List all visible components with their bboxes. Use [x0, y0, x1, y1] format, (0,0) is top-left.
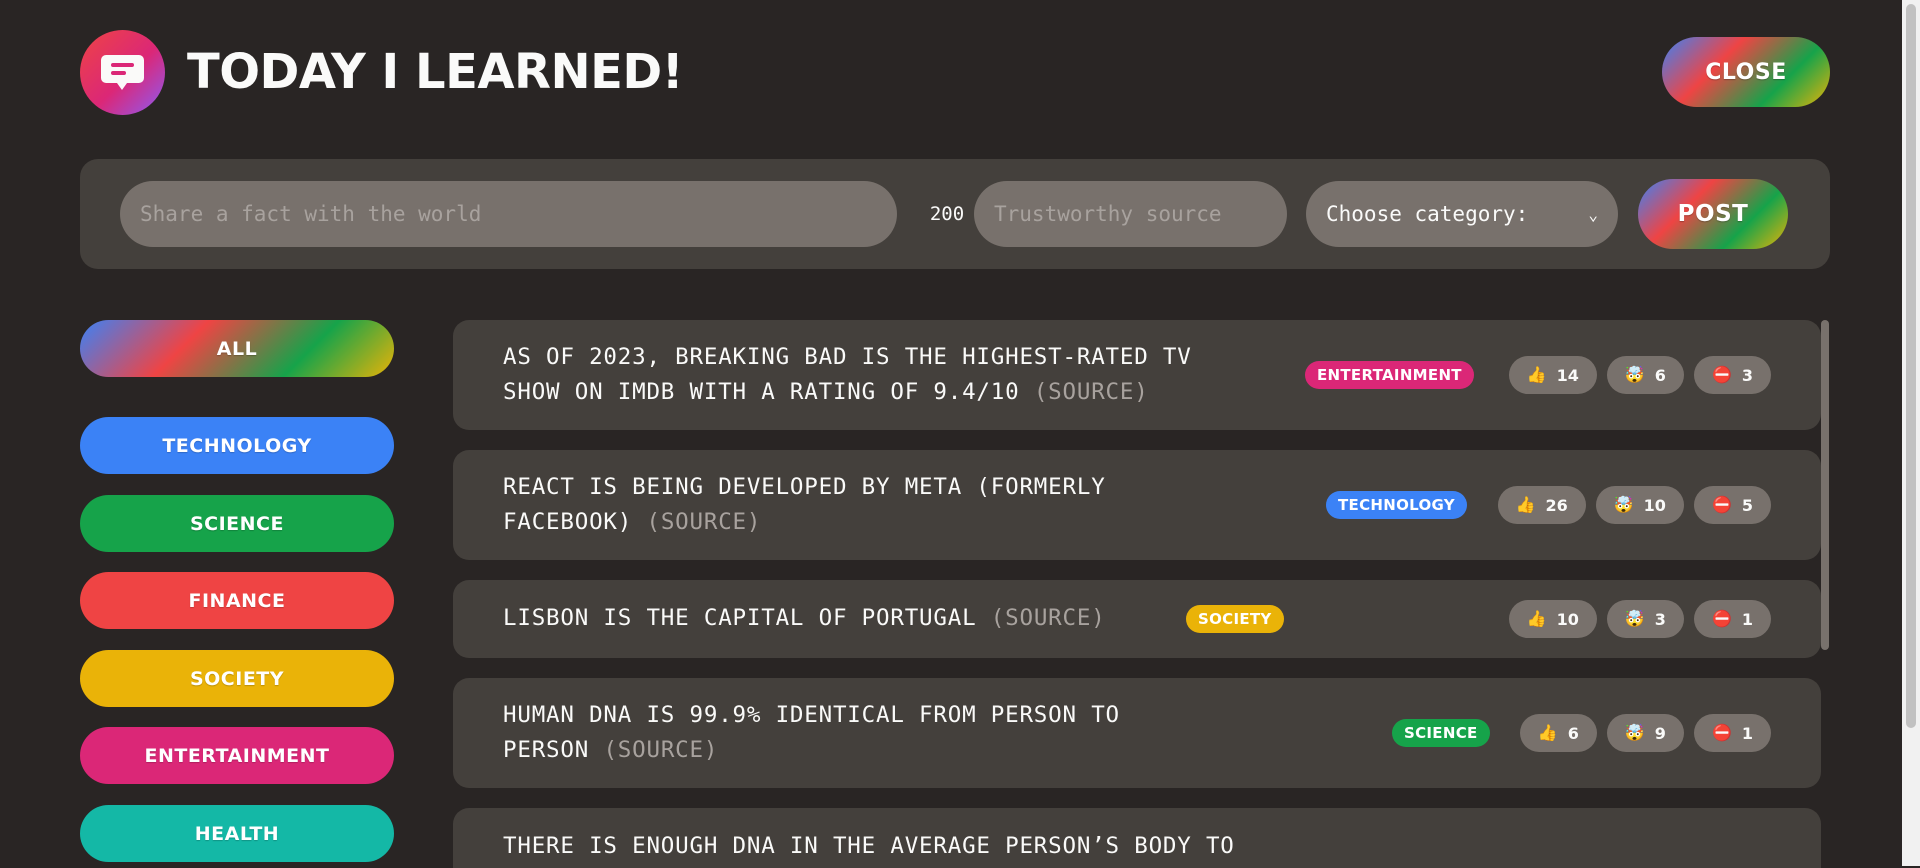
thumbs-up-icon: 👍 [1515, 495, 1536, 514]
fact-text: Human DNA is 99.9% identical from person… [503, 698, 1120, 768]
category-select[interactable]: Choose category: ⌄ [1306, 181, 1618, 247]
vote-count: 1 [1741, 723, 1753, 743]
category-tag: science [1392, 719, 1490, 747]
post-button[interactable]: Post [1638, 179, 1788, 249]
source-input[interactable]: Trustworthy source [974, 181, 1287, 247]
category-tag: technology [1326, 491, 1467, 519]
thumbs-up-icon: 👍 [1526, 365, 1547, 384]
category-button-technology[interactable]: technology [80, 417, 394, 474]
no-entry-icon: ⛔ [1711, 495, 1732, 514]
vote-count: 3 [1741, 365, 1753, 385]
logo-icon [80, 30, 165, 115]
fact-text-line: person [503, 737, 590, 763]
category-button-entertainment[interactable]: entertainment [80, 727, 394, 784]
fact-item: As of 2023, Breaking Bad is the highest-… [453, 320, 1821, 430]
fact-text-line: As of 2023, Breaking Bad is the highest-… [503, 344, 1192, 370]
thumbs-up-icon: 👍 [1526, 609, 1547, 628]
vote-buttons: 👍 14 🤯 6 ⛔ 3 [1508, 356, 1771, 394]
vote-count: 26 [1545, 495, 1568, 515]
app-title: Today I Learned! [187, 44, 684, 100]
fact-text-line: show on IMDb with a rating of 9.4/10 [503, 379, 1020, 405]
category-tag: entertainment [1305, 361, 1474, 389]
vote-count: 6 [1567, 723, 1579, 743]
vote-interesting-button[interactable]: 👍 6 [1519, 714, 1597, 752]
mind-blown-icon: 🤯 [1613, 495, 1634, 514]
fact-text: React is being developed by Meta (former… [503, 470, 1106, 540]
vote-count: 5 [1741, 495, 1753, 515]
fact-text: There is enough DNA in the average perso… [503, 829, 1235, 864]
mind-blown-icon: 🤯 [1624, 723, 1645, 742]
facts-list-scrollbar[interactable] [1821, 320, 1829, 650]
vote-mindblowing-button[interactable]: 🤯 9 [1606, 714, 1684, 752]
vote-count: 10 [1556, 609, 1579, 629]
thumbs-up-icon: 👍 [1537, 723, 1558, 742]
category-button-finance[interactable]: finance [80, 572, 394, 629]
category-select-value: Choose category: [1326, 202, 1529, 226]
fact-item: React is being developed by Meta (former… [453, 450, 1821, 560]
header: Today I Learned! Close [80, 30, 1830, 115]
no-entry-icon: ⛔ [1711, 723, 1732, 742]
close-button[interactable]: Close [1662, 37, 1830, 107]
vote-interesting-button[interactable]: 👍 10 [1508, 600, 1597, 638]
vote-mindblowing-button[interactable]: 🤯 3 [1606, 600, 1684, 638]
vote-false-button[interactable]: ⛔ 5 [1693, 486, 1771, 524]
vote-false-button[interactable]: ⛔ 1 [1693, 714, 1771, 752]
vote-count: 3 [1654, 609, 1666, 629]
vote-count: 1 [1741, 609, 1753, 629]
no-entry-icon: ⛔ [1711, 365, 1732, 384]
vote-count: 9 [1654, 723, 1666, 743]
category-button-science[interactable]: science [80, 495, 394, 552]
vote-mindblowing-button[interactable]: 🤯 10 [1595, 486, 1684, 524]
fact-source-link[interactable]: (Source) [991, 605, 1106, 631]
fact-text-line: There is enough DNA in the average perso… [503, 833, 1235, 859]
fact-source-link[interactable]: (Source) [603, 737, 718, 763]
chevron-down-icon: ⌄ [1588, 204, 1598, 224]
mind-blown-icon: 🤯 [1624, 365, 1645, 384]
fact-text: As of 2023, Breaking Bad is the highest-… [503, 340, 1192, 410]
vote-mindblowing-button[interactable]: 🤯 6 [1606, 356, 1684, 394]
vote-count: 14 [1556, 365, 1579, 385]
vote-buttons: 👍 10 🤯 3 ⛔ 1 [1508, 600, 1771, 638]
fact-text-line: Lisbon is the capital of Portugal [503, 605, 977, 631]
fact-text-line: Human DNA is 99.9% identical from person… [503, 702, 1120, 728]
vote-false-button[interactable]: ⛔ 1 [1693, 600, 1771, 638]
fact-form: Share a fact with the world 200 Trustwor… [80, 159, 1830, 269]
category-button-all[interactable]: All [80, 320, 394, 377]
fact-source-link[interactable]: (Source) [1034, 379, 1149, 405]
vote-count: 10 [1643, 495, 1666, 515]
page-scrollbar-thumb[interactable] [1906, 4, 1916, 728]
mind-blown-icon: 🤯 [1624, 609, 1645, 628]
fact-item: Human DNA is 99.9% identical from person… [453, 678, 1821, 788]
fact-item: There is enough DNA in the average perso… [453, 808, 1821, 868]
fact-item: Lisbon is the capital of Portugal (Sourc… [453, 580, 1821, 658]
vote-false-button[interactable]: ⛔ 3 [1693, 356, 1771, 394]
vote-count: 6 [1654, 365, 1666, 385]
fact-source-link[interactable]: (Source) [646, 509, 761, 535]
vote-interesting-button[interactable]: 👍 14 [1508, 356, 1597, 394]
vote-buttons: 👍 6 🤯 9 ⛔ 1 [1519, 714, 1771, 752]
char-count: 200 [929, 203, 965, 225]
no-entry-icon: ⛔ [1711, 609, 1732, 628]
fact-text-line: facebook) [503, 509, 633, 535]
vote-interesting-button[interactable]: 👍 26 [1497, 486, 1586, 524]
category-button-society[interactable]: society [80, 650, 394, 707]
fact-text: Lisbon is the capital of Portugal (Sourc… [503, 601, 1106, 636]
vote-buttons: 👍 26 🤯 10 ⛔ 5 [1497, 486, 1771, 524]
fact-text-line: React is being developed by Meta (former… [503, 474, 1106, 500]
category-tag: society [1186, 605, 1284, 633]
page-scrollbar[interactable] [1902, 0, 1920, 866]
fact-input[interactable]: Share a fact with the world [120, 181, 897, 247]
category-button-health[interactable]: health [80, 805, 394, 862]
